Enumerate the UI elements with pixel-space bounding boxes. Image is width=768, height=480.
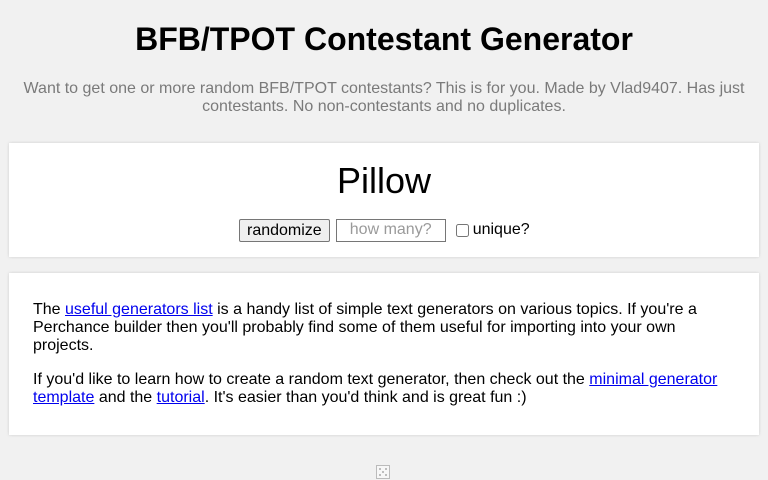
unique-checkbox[interactable] — [455, 223, 469, 237]
info-paragraph-1: The useful generators list is a handy li… — [33, 301, 733, 355]
useful-generators-link[interactable]: useful generators list — [65, 301, 213, 318]
info-paragraph-2: If you'd like to learn how to create a r… — [33, 371, 733, 407]
unique-label: unique? — [472, 221, 530, 238]
info-card: The useful generators list is a handy li… — [9, 273, 759, 435]
generator-output: Pillow — [336, 160, 432, 201]
page-title: BFB/TPOT Contestant Generator — [135, 21, 633, 57]
info-text: The — [33, 301, 66, 318]
info-text: If you'd like to learn how to create a r… — [33, 371, 590, 388]
tutorial-link[interactable]: tutorial — [157, 389, 205, 406]
generator-controls: randomize unique? — [239, 218, 530, 242]
dice-icon[interactable] — [376, 465, 390, 479]
info-text: and the — [94, 389, 157, 406]
count-input[interactable] — [335, 218, 446, 242]
page-subtitle: Want to get one or more random BFB/TPOT … — [23, 80, 745, 115]
generator-card: Pillow randomize unique? — [9, 143, 759, 257]
info-text: . It's easier than you'd think and is gr… — [204, 389, 527, 406]
randomize-button[interactable]: randomize — [239, 218, 330, 242]
